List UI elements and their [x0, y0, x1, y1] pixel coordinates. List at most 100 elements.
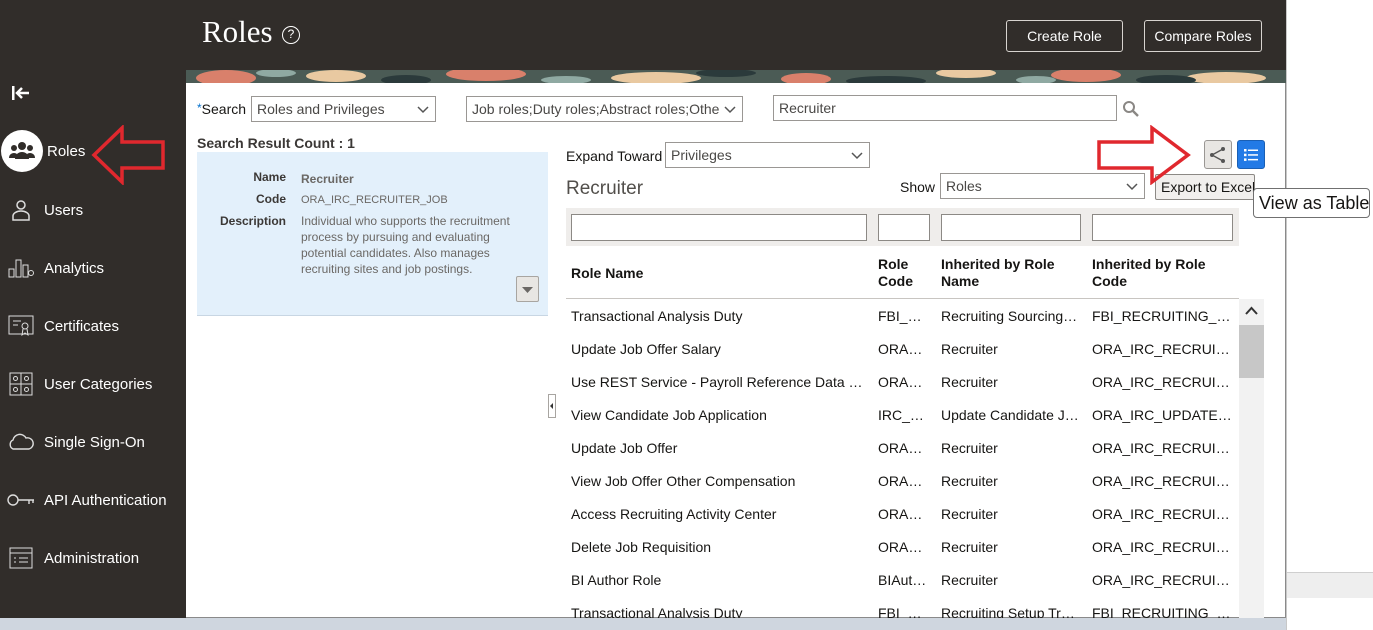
table-row[interactable]: BI Author Role BIAut… Recruiter ORA_IRC_REC… [566, 563, 1239, 596]
table-cell: ORA_… [878, 506, 930, 522]
sidebar-item-label: API Authentication [44, 491, 167, 509]
table-cell: ORA_IRC_RECRUI… [1092, 341, 1230, 357]
certificate-icon [7, 312, 35, 340]
table-cell: Access Recruiting Activity Center [571, 506, 777, 522]
sidebar-item-users[interactable]: Users [0, 190, 186, 230]
table-cell: Recruiter [941, 440, 998, 456]
search-input[interactable]: Recruiter [773, 95, 1117, 121]
role-description-value: Individual who supports the recruitment … [301, 214, 510, 276]
filter-role-code-input[interactable] [878, 214, 930, 241]
role-code-value: ORA_IRC_RECRUITER_JOB [301, 194, 448, 206]
table-cell: Recruiter [941, 506, 998, 522]
table-row[interactable]: Update Job Offer Salary ORA_… Recruiter ORA… [566, 332, 1239, 365]
compare-roles-button[interactable]: Compare Roles [1144, 20, 1262, 52]
table-row[interactable]: Transactional Analysis Duty FBI_T… Recruit… [566, 299, 1239, 332]
table-cell: ORA_IRC_RECRUI… [1092, 572, 1230, 588]
table-cell: IRC_… [878, 407, 924, 423]
table-cell: View Candidate Job Application [571, 407, 767, 423]
chevron-down-icon [417, 106, 429, 114]
table-cell: Recruiter [941, 374, 998, 390]
create-role-button[interactable]: Create Role [1006, 20, 1123, 52]
column-header-inherited-name[interactable]: Inherited by Role Name [941, 256, 1081, 290]
panel-splitter-handle[interactable] [548, 394, 556, 418]
table-scrollbar[interactable] [1239, 299, 1264, 618]
sidebar-item-single-sign-on[interactable]: Single Sign-On [0, 422, 186, 462]
sidebar-item-certificates[interactable]: Certificates [0, 306, 186, 346]
decorative-banner [186, 70, 1286, 83]
search-type-select[interactable]: Roles and Privileges [251, 96, 436, 122]
role-types-select[interactable]: Job roles;Duty roles;Abstract roles;Othe [466, 96, 743, 122]
filter-role-name-input[interactable] [571, 214, 867, 241]
card-actions-dropdown[interactable] [516, 276, 539, 302]
user-categories-icon [7, 370, 35, 398]
sidebar-item-analytics[interactable]: Analytics [0, 248, 186, 288]
user-icon [7, 196, 35, 224]
view-as-table-button[interactable] [1237, 140, 1265, 169]
selected-role-heading: Recruiter [566, 178, 644, 199]
sidebar-item-label: Certificates [44, 317, 120, 335]
code-label: Code [256, 192, 286, 206]
background-window [1286, 0, 1373, 630]
table-cell: Recruiter [941, 473, 998, 489]
table-cell: ORA_… [878, 440, 930, 456]
table-cell: BI Author Role [571, 572, 662, 588]
sidebar: Roles Users Analytics Certificates User … [0, 0, 186, 618]
table-cell: FBI_T… [878, 308, 930, 324]
table-cell: FBI_RECRUITING_… [1092, 605, 1231, 618]
search-result-count: Search Result Count : 1 [197, 135, 355, 151]
table-cell: ORA_IRC_RECRUI… [1092, 374, 1230, 390]
annotation-arrow-icon [1097, 125, 1191, 185]
view-as-hierarchy-button[interactable] [1204, 140, 1232, 169]
cloud-icon [7, 428, 35, 456]
sidebar-item-api-authentication[interactable]: API Authentication [0, 480, 186, 520]
table-row[interactable]: Transactional Analysis Duty FBI_T… Recruit… [566, 596, 1239, 618]
filter-inherited-name-input[interactable] [941, 214, 1081, 241]
analytics-icon [7, 254, 35, 282]
sidebar-item-label: Administration [44, 549, 140, 567]
table-cell: Recruiting Sourcing… [941, 308, 1078, 324]
column-header-inherited-code[interactable]: Inherited by Role Code [1092, 256, 1233, 290]
table-header: Role Name Role Code Inherited by Role Na… [566, 246, 1239, 299]
filter-inherited-code-input[interactable] [1092, 214, 1233, 241]
view-as-table-tooltip: View as Table [1253, 188, 1370, 218]
sidebar-item-label: Roles [47, 142, 86, 160]
table-cell: ORA_… [878, 539, 930, 555]
table-cell: Recruiter [941, 539, 998, 555]
roles-icon [1, 130, 43, 172]
sidebar-item-user-categories[interactable]: User Categories [0, 364, 186, 404]
table-row[interactable]: View Job Offer Other Compensation ORA_… Re… [566, 464, 1239, 497]
column-header-role-name[interactable]: Role Name [571, 265, 643, 282]
table-row[interactable]: Use REST Service - Payroll Reference Dat… [566, 365, 1239, 398]
sidebar-item-label: User Categories [44, 375, 153, 393]
search-icon[interactable] [1122, 100, 1140, 118]
expand-toward-select[interactable]: Privileges [665, 142, 870, 168]
help-icon[interactable]: ? [282, 26, 300, 44]
table-row[interactable]: Delete Job Requisition ORA_… Recruiter ORA_… [566, 530, 1239, 563]
table-cell: View Job Offer Other Compensation [571, 473, 796, 489]
table-cell: Use REST Service - Payroll Reference Dat… [571, 374, 863, 390]
search-label: *Search [197, 101, 247, 117]
table-filter-row [566, 208, 1239, 246]
annotation-arrow-icon [91, 125, 165, 185]
sidebar-item-label: Users [44, 201, 84, 219]
scrollbar-thumb[interactable] [1239, 325, 1264, 378]
table-cell: Delete Job Requisition [571, 539, 712, 555]
search-result-card[interactable]: Name Recruiter Code ORA_IRC_RECRUITER_JO… [197, 152, 548, 316]
scroll-up-icon[interactable] [1239, 299, 1264, 323]
sidebar-item-administration[interactable]: Administration [0, 538, 186, 578]
table-row[interactable]: Update Job Offer ORA_… Recruiter ORA_IRC_RE… [566, 431, 1239, 464]
table-cell: ORA_… [878, 341, 930, 357]
table-body: Transactional Analysis Duty FBI_T… Recruit… [566, 299, 1239, 618]
table-cell: Transactional Analysis Duty [571, 308, 743, 324]
administration-icon [7, 544, 35, 572]
table-cell: Recruiting Setup Tr… [941, 605, 1075, 618]
name-label: Name [253, 170, 286, 184]
table-row[interactable]: View Candidate Job Application IRC_… Updat… [566, 398, 1239, 431]
role-name-value: Recruiter [301, 172, 354, 186]
table-row[interactable]: Access Recruiting Activity Center ORA_… Re… [566, 497, 1239, 530]
table-cell: Recruiter [941, 341, 998, 357]
column-header-role-code[interactable]: Role Code [878, 256, 930, 290]
collapse-sidebar-icon[interactable] [10, 84, 36, 106]
table-cell: ORA_IRC_RECRUI… [1092, 473, 1230, 489]
table-cell: Recruiter [941, 572, 998, 588]
